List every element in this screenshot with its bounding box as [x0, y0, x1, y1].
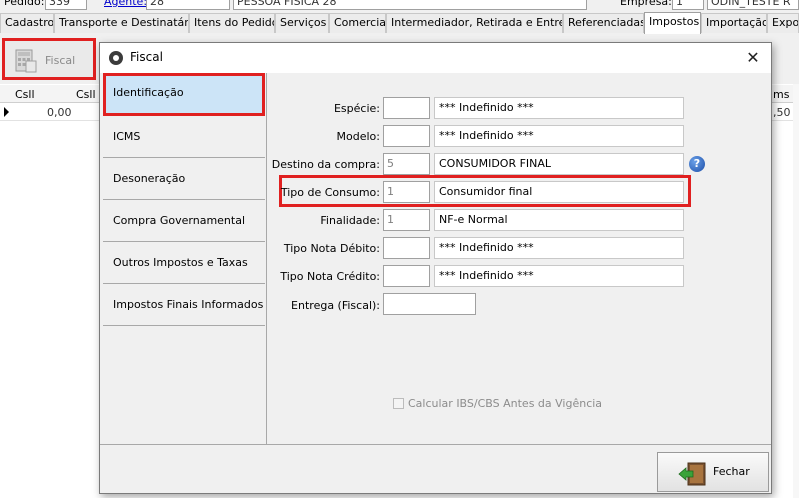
tab-importacao[interactable]: Importação	[701, 13, 767, 33]
empresa-label: Empresa:	[620, 0, 672, 8]
pedido-field[interactable]: 339	[45, 0, 87, 10]
dialog-body: Identificação ICMS Desoneração Compra Go…	[100, 73, 771, 493]
tab-cadastro[interactable]: Cadastro	[0, 13, 54, 33]
especie-label: Espécie:	[333, 102, 380, 115]
empresa-name-field: ODIN_TESTE R	[707, 0, 799, 10]
menu-item-label: Outros Impostos e Taxas	[113, 256, 248, 269]
agente-link[interactable]: Agente:	[104, 0, 147, 8]
modelo-code-input[interactable]	[383, 125, 430, 147]
grid-scrollbar[interactable]	[793, 84, 799, 498]
entrega-input[interactable]	[383, 293, 476, 315]
menu-item-label: Compra Governamental	[113, 214, 246, 227]
menu-item-label: Desoneração	[113, 172, 186, 185]
tipo-nota-credito-label: Tipo Nota Crédito:	[280, 270, 380, 283]
close-icon[interactable]: ✕	[740, 46, 766, 70]
fiscal-button[interactable]: Fiscal	[2, 38, 96, 80]
tipo-consumo-code-input[interactable]: 1	[383, 181, 430, 203]
dialog-footer: Fechar	[100, 445, 771, 493]
main-tab-strip: Cadastro Transporte e Destinatário Itens…	[0, 12, 799, 34]
app-logo-icon	[109, 51, 123, 65]
fiscal-dialog: Fiscal ✕ Identificação ICMS Desoneração …	[99, 42, 772, 494]
tipo-nota-debito-label: Tipo Nota Débito:	[283, 242, 380, 255]
identificacao-panel: Espécie: *** Indefinido *** Modelo: *** …	[267, 73, 771, 444]
agente-code-field[interactable]: 28	[146, 0, 230, 10]
menu-item-label: Identificação	[113, 86, 184, 99]
finalidade-code-input[interactable]: 1	[383, 209, 430, 231]
tipo-consumo-desc-field: Consumidor final	[434, 181, 684, 203]
destino-code-input[interactable]: 5	[383, 153, 430, 175]
calcular-ibs-cbs-label: Calcular IBS/CBS Antes da Vigência	[408, 397, 603, 410]
modelo-label: Modelo:	[336, 130, 380, 143]
tab-transporte[interactable]: Transporte e Destinatário	[54, 13, 189, 33]
especie-code-input[interactable]	[383, 97, 430, 119]
tab-referenciadas[interactable]: Referenciadas	[563, 13, 644, 33]
tipo-nota-debito-desc-field: *** Indefinido ***	[434, 237, 684, 259]
especie-desc-field: *** Indefinido ***	[434, 97, 684, 119]
dialog-title-bar[interactable]: Fiscal ✕	[100, 43, 771, 73]
agente-name-field: PESSOA FISICA 28	[233, 0, 587, 10]
dialog-title: Fiscal	[130, 50, 163, 64]
modelo-desc-field: *** Indefinido ***	[434, 125, 684, 147]
row-pointer-icon	[4, 107, 9, 117]
grid-cell-csll: 0,00	[47, 106, 72, 119]
calcular-ibs-cbs-checkbox[interactable]	[393, 398, 404, 409]
tipo-nota-debito-code-input[interactable]	[383, 237, 430, 259]
tipo-consumo-label: Tipo de Consumo:	[280, 186, 380, 199]
help-icon[interactable]: ?	[689, 156, 705, 172]
exit-door-icon	[678, 462, 706, 486]
finalidade-desc-field: NF-e Normal	[434, 209, 684, 231]
fechar-button[interactable]: Fechar	[657, 452, 769, 492]
fiscal-side-menu: Identificação ICMS Desoneração Compra Go…	[100, 73, 266, 444]
pedido-label: Pedido:	[4, 0, 45, 8]
fechar-button-label: Fechar	[713, 465, 750, 478]
menu-item-label: ICMS	[113, 130, 141, 143]
destino-label: Destino da compra:	[271, 158, 380, 171]
tab-comercial[interactable]: Comercial	[329, 13, 386, 33]
destino-desc-field: CONSUMIDOR FINAL	[434, 153, 684, 175]
calculator-icon	[15, 49, 37, 73]
entrega-label: Entrega (Fiscal):	[291, 299, 380, 312]
tab-intermediador[interactable]: Intermediador, Retirada e Entrega	[386, 13, 563, 33]
empresa-code-field[interactable]: 1	[672, 0, 704, 10]
order-header-strip: Pedido: 339 Agente: 28 PESSOA FISICA 28 …	[0, 0, 799, 12]
tipo-nota-credito-desc-field: *** Indefinido ***	[434, 265, 684, 287]
tab-servicos[interactable]: Serviços	[275, 13, 329, 33]
finalidade-label: Finalidade:	[320, 214, 380, 227]
fiscal-button-label: Fiscal	[45, 54, 76, 67]
tab-impostos[interactable]: Impostos	[644, 12, 701, 34]
tab-itens-pedido[interactable]: Itens do Pedido	[189, 13, 275, 33]
tab-exportacao[interactable]: Expo	[767, 13, 799, 33]
grid-header-csll[interactable]: Csll	[15, 88, 35, 101]
tipo-nota-credito-code-input[interactable]	[383, 265, 430, 287]
